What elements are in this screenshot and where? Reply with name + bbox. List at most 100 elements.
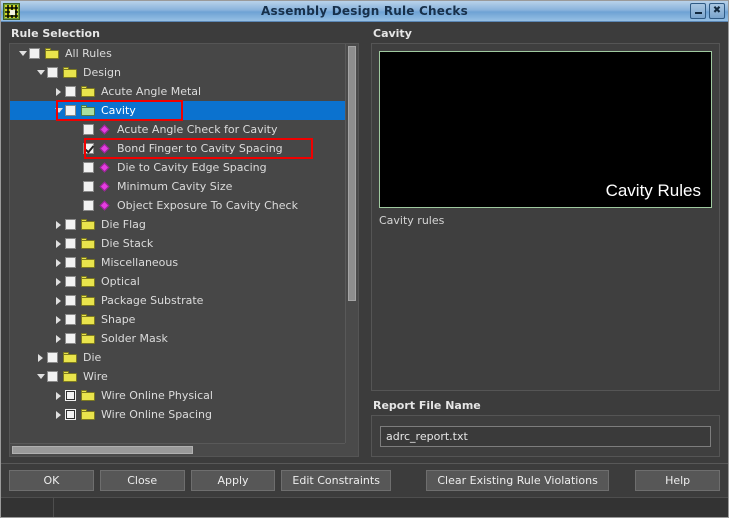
clear-existing-rule-violations-button[interactable]: Clear Existing Rule Violations (426, 470, 609, 491)
folder-icon (81, 257, 95, 268)
close-button[interactable]: Close (99, 470, 185, 491)
chevron-right-icon[interactable] (34, 348, 47, 367)
tree-vertical-scrollbar[interactable] (345, 44, 358, 443)
folder-icon (81, 333, 95, 344)
chevron-right-icon[interactable] (52, 234, 65, 253)
rule-checkbox[interactable] (83, 143, 94, 154)
chevron-down-icon[interactable] (34, 63, 47, 82)
chevron-down-icon[interactable] (16, 44, 29, 63)
chevron-down-icon[interactable] (52, 101, 65, 120)
rule-checkbox[interactable] (65, 257, 76, 268)
rule-checkbox[interactable] (65, 390, 76, 401)
help-button[interactable]: Help (635, 470, 721, 491)
tree-row[interactable]: Miscellaneous (10, 253, 345, 272)
tree-row[interactable]: Wire (10, 367, 345, 386)
tree-row[interactable]: Die Flag (10, 215, 345, 234)
status-cell-right (54, 498, 728, 517)
tree-row-label: Object Exposure To Cavity Check (117, 199, 298, 212)
rule-checkbox[interactable] (65, 238, 76, 249)
rule-preview-frame: Cavity Rules Cavity rules (371, 43, 720, 391)
tree-row-label: Die to Cavity Edge Spacing (117, 161, 267, 174)
scrollbar-corner (345, 443, 358, 456)
tree-row[interactable]: Die (10, 348, 345, 367)
rule-detail-title: Cavity (373, 27, 412, 40)
chevron-right-icon[interactable] (52, 253, 65, 272)
tree-row[interactable]: Design (10, 63, 345, 82)
window-title: Assembly Design Rule Checks (261, 4, 468, 18)
tree-row[interactable]: Wire Online Spacing (10, 405, 345, 424)
tree-horizontal-scroll-thumb[interactable] (12, 446, 193, 454)
folder-icon (81, 295, 95, 306)
tree-row-label: Wire (83, 370, 108, 383)
folder-icon (63, 371, 77, 382)
tree-row[interactable]: Optical (10, 272, 345, 291)
rule-checkbox[interactable] (65, 295, 76, 306)
tree-row[interactable]: Die to Cavity Edge Spacing (10, 158, 345, 177)
tree-row[interactable]: Minimum Cavity Size (10, 177, 345, 196)
rule-checkbox[interactable] (65, 105, 76, 116)
chevron-right-icon[interactable] (52, 386, 65, 405)
tree-row[interactable]: Cavity (10, 101, 345, 120)
chevron-right-icon[interactable] (52, 310, 65, 329)
report-file-input[interactable] (380, 426, 711, 447)
chevron-right-icon[interactable] (52, 405, 65, 424)
tree-row-label: Wire Online Physical (101, 389, 213, 402)
rule-checkbox[interactable] (65, 333, 76, 344)
dialog-body: Rule Selection All Rules Design Acute Angl… (1, 22, 728, 463)
folder-icon (45, 48, 59, 59)
rule-checkbox[interactable] (47, 352, 58, 363)
chevron-right-icon[interactable] (52, 215, 65, 234)
rule-checkbox[interactable] (65, 276, 76, 287)
apply-button[interactable]: Apply (190, 470, 276, 491)
rule-checkbox[interactable] (65, 86, 76, 97)
tree-row[interactable]: Acute Angle Check for Cavity (10, 120, 345, 139)
rule-checkbox[interactable] (83, 200, 94, 211)
tree-horizontal-scrollbar[interactable] (10, 443, 345, 456)
rule-tree[interactable]: All Rules Design Acute Angle Metal Cavity Ac… (10, 44, 345, 443)
rule-diamond-icon (99, 124, 111, 136)
rule-checkbox[interactable] (47, 371, 58, 382)
chevron-right-icon[interactable] (52, 82, 65, 101)
rule-checkbox[interactable] (29, 48, 40, 59)
edit-constraints-button[interactable]: Edit Constraints (281, 470, 391, 491)
tree-row-label: Design (83, 66, 121, 79)
tree-row[interactable]: All Rules (10, 44, 345, 63)
rule-checkbox[interactable] (65, 314, 76, 325)
tree-row-label: Bond Finger to Cavity Spacing (117, 142, 283, 155)
tree-row[interactable]: Bond Finger to Cavity Spacing (10, 139, 345, 158)
rule-checkbox[interactable] (83, 124, 94, 135)
tree-row[interactable]: Wire Online Physical (10, 386, 345, 405)
tree-vertical-scroll-thumb[interactable] (348, 46, 356, 302)
folder-open-icon (81, 105, 95, 116)
tree-row-label: Die (83, 351, 102, 364)
rule-checkbox[interactable] (65, 219, 76, 230)
tree-row-label: Die Stack (101, 237, 154, 250)
tree-row-label: Die Flag (101, 218, 146, 231)
chevron-right-icon[interactable] (52, 291, 65, 310)
rule-checkbox[interactable] (47, 67, 58, 78)
tree-row[interactable]: Package Substrate (10, 291, 345, 310)
tree-row-label: Acute Angle Check for Cavity (117, 123, 278, 136)
chevron-down-icon[interactable] (34, 367, 47, 386)
rule-checkbox[interactable] (83, 181, 94, 192)
status-cell-left (1, 498, 54, 517)
rule-checkbox[interactable] (65, 409, 76, 420)
rule-checkbox[interactable] (83, 162, 94, 173)
close-button[interactable]: ✖ (709, 3, 725, 19)
rule-diamond-icon (99, 143, 111, 155)
preview-caption: Cavity Rules (605, 181, 701, 200)
folder-icon (81, 276, 95, 287)
tree-row[interactable]: Acute Angle Metal (10, 82, 345, 101)
tree-row[interactable]: Die Stack (10, 234, 345, 253)
tree-row[interactable]: Solder Mask (10, 329, 345, 348)
ok-button[interactable]: OK (9, 470, 94, 491)
rule-diamond-icon (99, 162, 111, 174)
chevron-right-icon[interactable] (52, 329, 65, 348)
tree-row[interactable]: Object Exposure To Cavity Check (10, 196, 345, 215)
tree-row[interactable]: Shape (10, 310, 345, 329)
chevron-right-icon[interactable] (52, 272, 65, 291)
minimize-button[interactable] (690, 3, 706, 19)
